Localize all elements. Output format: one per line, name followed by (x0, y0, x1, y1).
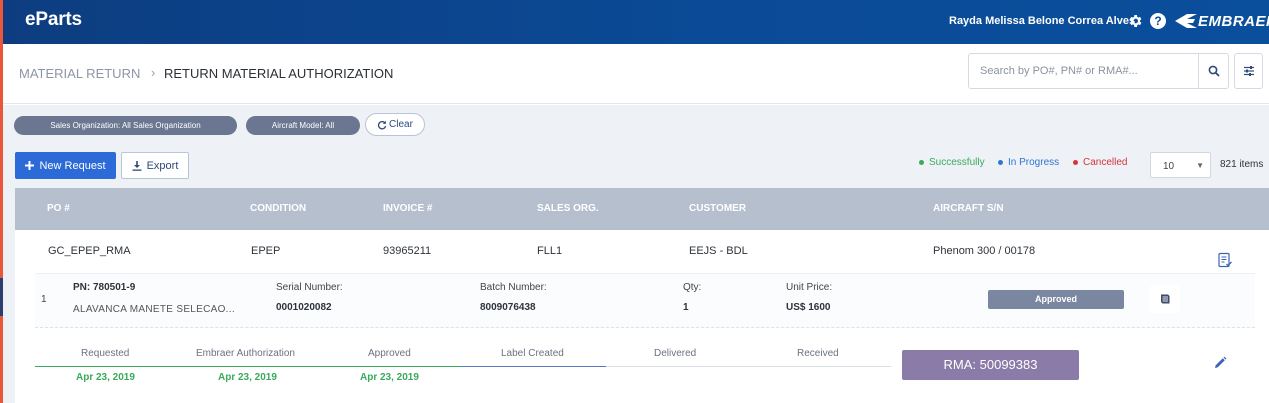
cell-invoice: 93965211 (383, 245, 432, 257)
embraer-logo-mark-icon (1175, 14, 1197, 28)
status-badge: Approved (988, 290, 1124, 309)
cancelled-dot-icon (1073, 160, 1078, 165)
timeline-step-delivered: Delivered (654, 348, 697, 359)
items-count: 821 items (1220, 159, 1264, 170)
brand-name: EMBRAER (1198, 12, 1269, 30)
timeline-date-embraer-authorization: Apr 23, 2019 (218, 372, 277, 383)
success-dot-icon (919, 160, 924, 165)
timeline-remaining-line (606, 366, 891, 367)
search-box (968, 53, 1229, 89)
serial-number-label: Serial Number: (276, 282, 343, 293)
filter-chip-aircraft-model[interactable]: Aircraft Model: All (246, 116, 360, 135)
line-item-index: 1 (41, 294, 47, 305)
refresh-icon (377, 120, 387, 129)
legend-cancelled-label: Cancelled (1083, 157, 1128, 168)
clear-filters-label: Clear (389, 119, 413, 130)
download-icon (132, 160, 142, 171)
user-name[interactable]: Rayda Melissa Belone Correa Alves (949, 15, 1135, 27)
timeline-date-requested: Apr 23, 2019 (76, 372, 135, 383)
column-header-sales-org[interactable]: SALES ORG. (537, 203, 599, 214)
caret-down-icon: ▼ (1196, 161, 1204, 170)
column-header-condition[interactable]: CONDITION (250, 203, 306, 214)
serial-number-value: 0001020082 (276, 302, 332, 313)
advanced-filter-button[interactable] (1234, 53, 1263, 89)
qty-value: 1 (683, 302, 689, 313)
table-header: PO # CONDITION INVOICE # SALES ORG. CUST… (15, 188, 1269, 230)
breadcrumb-separator: › (151, 65, 156, 80)
timeline-current-segment (461, 366, 606, 367)
embraer-logo: EMBRAER (1175, 11, 1269, 31)
search-icon (1208, 65, 1220, 77)
timeline-date-approved: Apr 23, 2019 (360, 372, 419, 383)
app-logo[interactable]: eParts (25, 9, 82, 31)
cell-condition: EPEP (251, 245, 281, 257)
help-icon[interactable]: ? (1150, 13, 1166, 29)
rma-number-badge: RMA: 50099383 (902, 350, 1079, 380)
page-size-value: 10 (1163, 161, 1175, 172)
column-header-invoice[interactable]: INVOICE # (383, 203, 432, 214)
cell-aircraft-sn: Phenom 300 / 00178 (933, 245, 1036, 257)
new-request-button[interactable]: New Request (15, 152, 116, 179)
sliders-icon (1243, 66, 1254, 76)
page-title: RETURN MATERIAL AUTHORIZATION (164, 66, 394, 81)
part-description: ALAVANCA MANETE SELECAO... (73, 304, 235, 315)
content-area: Sales Organization: All Sales Organizati… (3, 105, 1269, 403)
qty-label: Qty: (683, 282, 702, 293)
search-button[interactable] (1198, 54, 1228, 88)
legend-successfully: Successfully (919, 157, 985, 168)
pencil-icon[interactable] (1213, 356, 1227, 370)
legend-in-progress: In Progress (998, 157, 1059, 168)
part-number: PN: 780501-9 (73, 282, 136, 293)
plus-icon (25, 161, 35, 170)
batch-number-value: 8009076438 (480, 302, 536, 313)
batch-number-label: Batch Number: (480, 282, 547, 293)
gear-icon[interactable] (1127, 13, 1143, 29)
breadcrumb-material-return[interactable]: MATERIAL RETURN (19, 66, 140, 81)
column-header-customer[interactable]: CUSTOMER (689, 203, 746, 214)
unit-price-value: US$ 1600 (786, 302, 831, 313)
timeline-step-label-created: Label Created (501, 348, 564, 359)
column-header-po[interactable]: PO # (47, 203, 70, 214)
rma-status-timeline: Requested Embraer Authorization Approved… (35, 328, 891, 403)
timeline-step-requested: Requested (81, 348, 130, 359)
unit-price-label: Unit Price: (786, 282, 833, 293)
search-input[interactable] (969, 54, 1197, 88)
top-bar: eParts Rayda Melissa Belone Correa Alves… (3, 0, 1269, 44)
page-header: MATERIAL RETURN › RETURN MATERIAL AUTHOR… (3, 44, 1269, 104)
legend-in-progress-label: In Progress (1008, 157, 1060, 168)
timeline-step-received: Received (797, 348, 839, 359)
book-icon[interactable] (1150, 285, 1180, 313)
cell-customer: EEJS - BDL (689, 245, 748, 257)
legend-cancelled: Cancelled (1073, 157, 1127, 168)
table-row[interactable]: GC_EPEP_RMA EPEP 93965211 FLL1 EEJS - BD… (15, 230, 1269, 273)
cell-po: GC_EPEP_RMA (48, 245, 131, 257)
book-glyph-icon (1161, 294, 1170, 304)
page-size-select[interactable]: 10 ▼ (1150, 152, 1211, 178)
in-progress-dot-icon (998, 160, 1003, 165)
order-panel: GC_EPEP_RMA EPEP 93965211 FLL1 EEJS - BD… (15, 230, 1269, 403)
cell-sales-org: FLL1 (537, 245, 563, 257)
timeline-step-embraer-authorization: Embraer Authorization (196, 348, 295, 359)
clear-filters-button[interactable]: Clear (365, 113, 425, 136)
export-label: Export (146, 159, 179, 172)
export-button[interactable]: Export (121, 152, 189, 179)
timeline-step-approved: Approved (368, 348, 411, 359)
new-request-label: New Request (39, 159, 106, 172)
line-item-row[interactable]: 1 PN: 780501-9 ALAVANCA MANETE SELECAO..… (35, 273, 1255, 328)
document-details-icon[interactable] (1217, 252, 1233, 268)
filter-chip-sales-organization[interactable]: Sales Organization: All Sales Organizati… (14, 116, 237, 135)
column-header-aircraft-sn[interactable]: AIRCRAFT S/N (933, 203, 1004, 214)
legend-successfully-label: Successfully (929, 157, 985, 168)
